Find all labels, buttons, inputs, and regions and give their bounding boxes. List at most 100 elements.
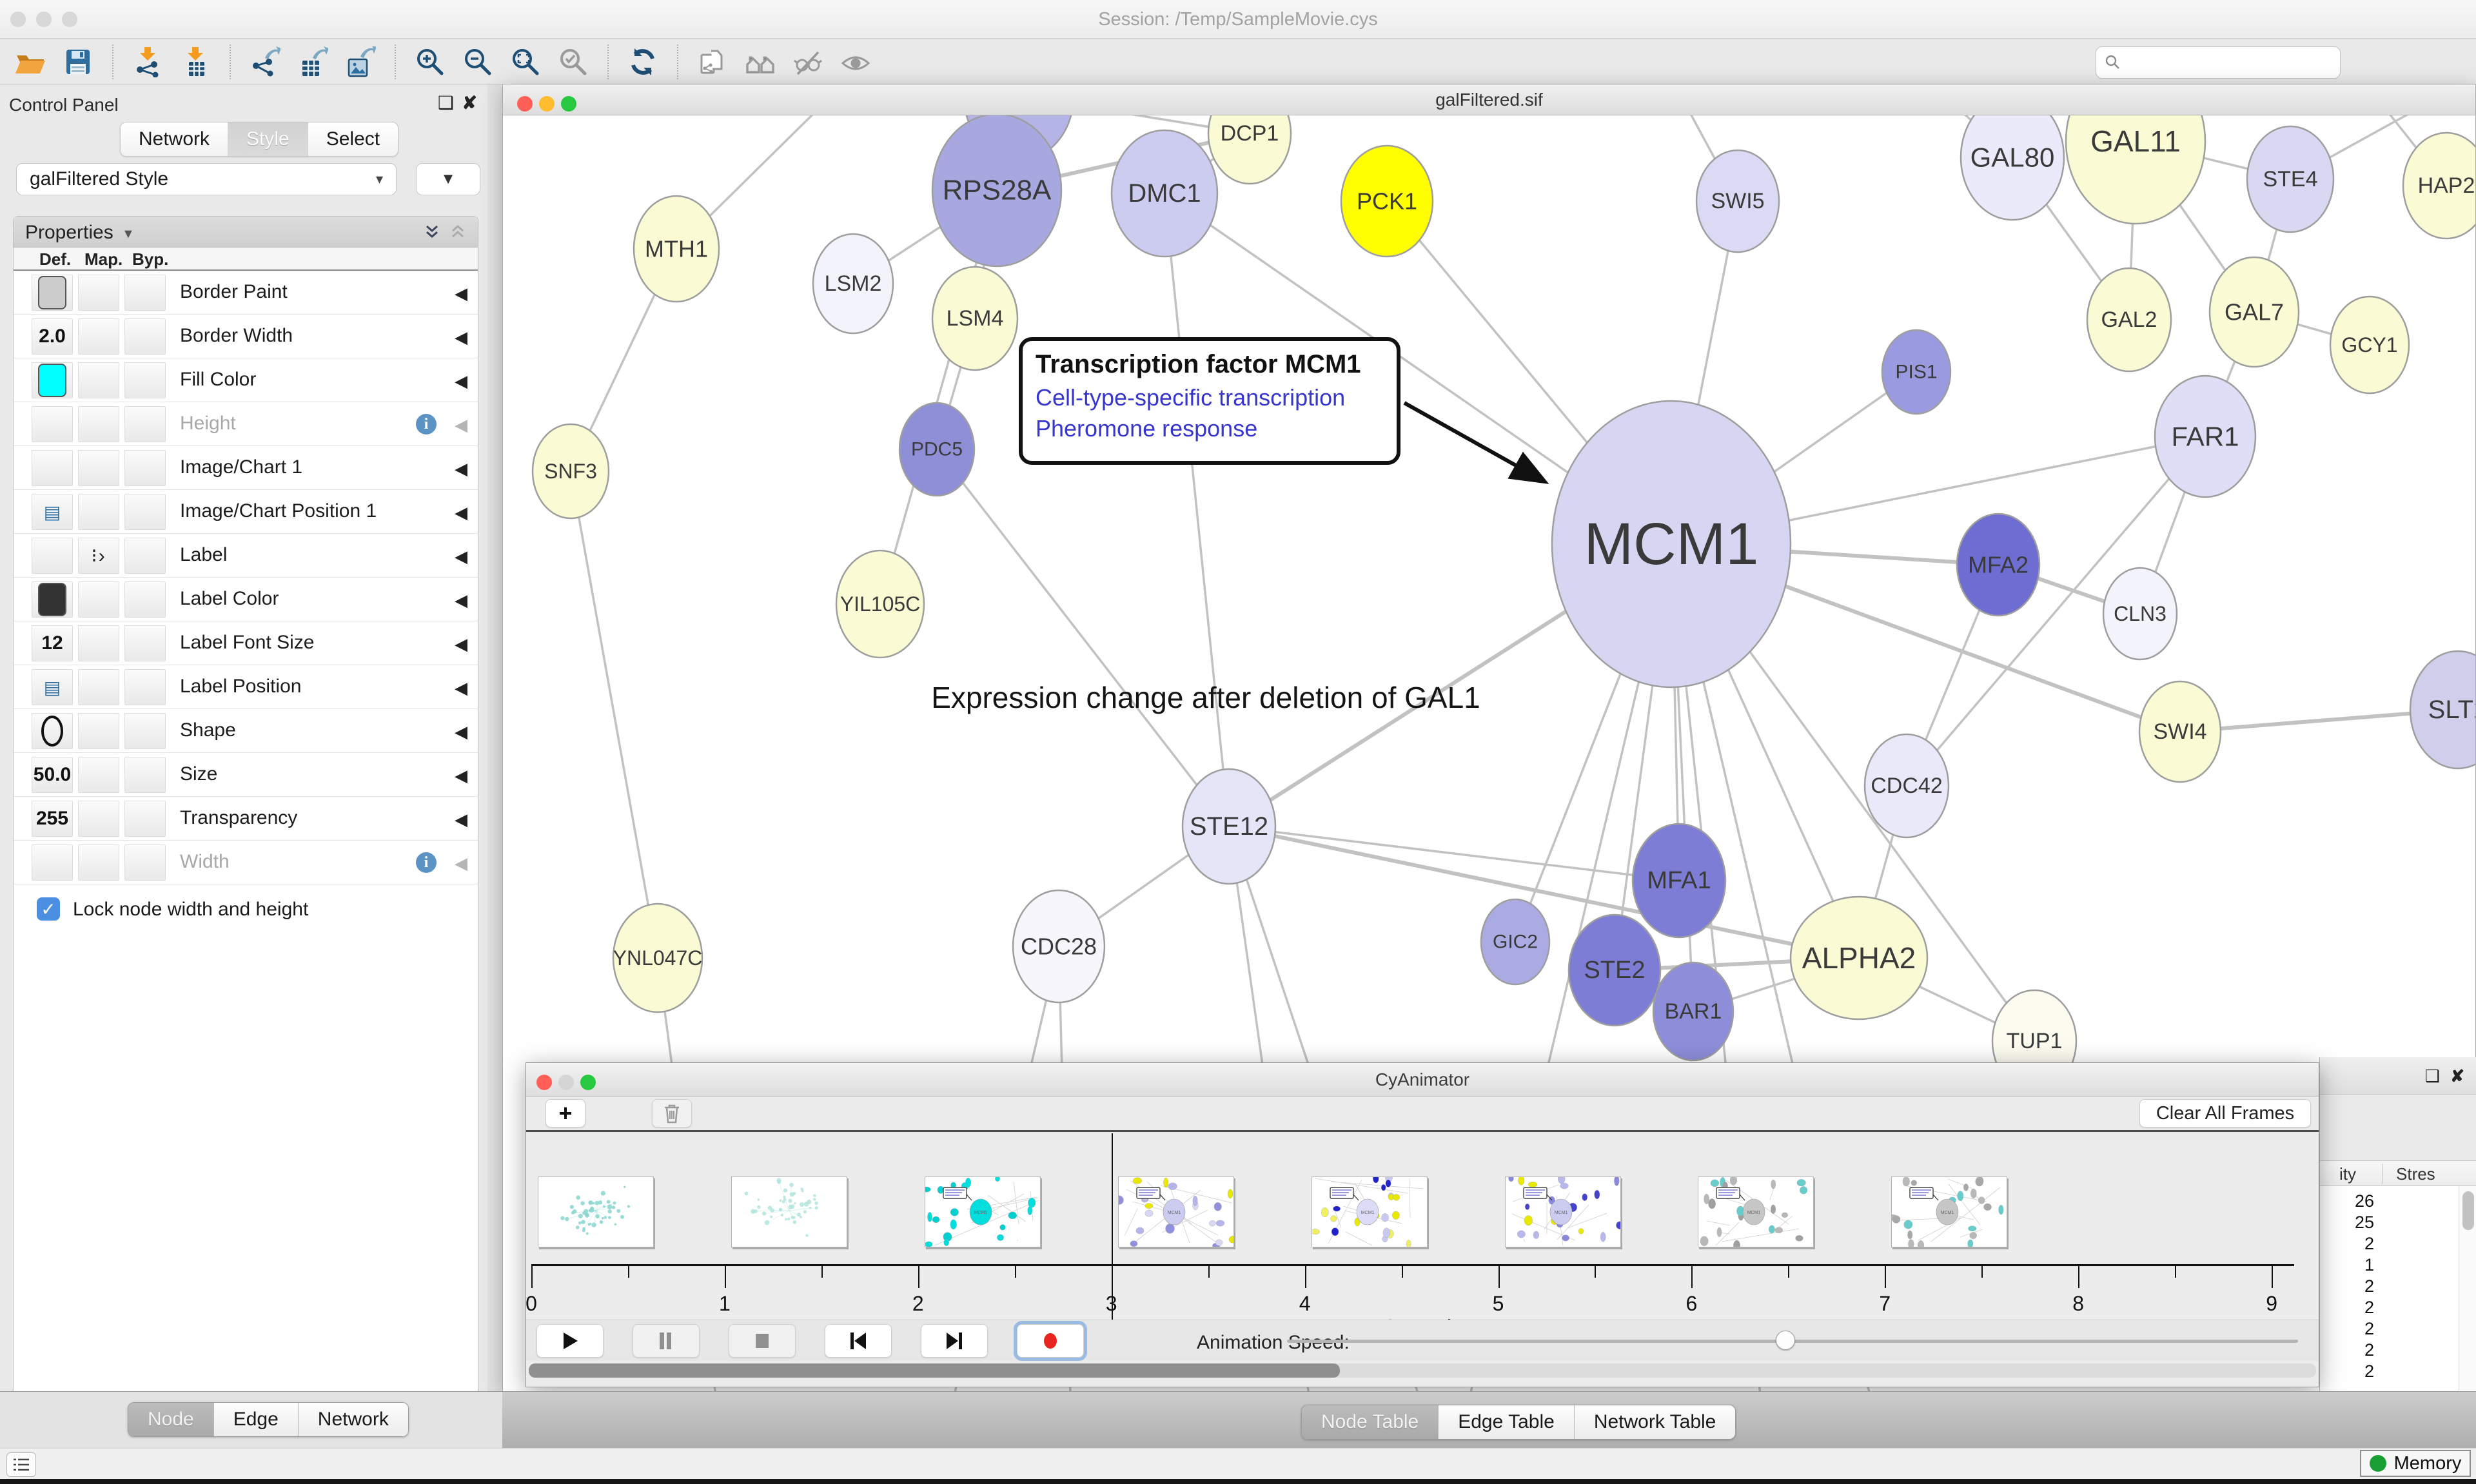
expand-row-icon[interactable]: ◀	[455, 634, 467, 654]
add-frame-button[interactable]: +	[545, 1099, 585, 1128]
byp-cell[interactable]	[124, 362, 166, 398]
network-node-gal7[interactable]: GAL7	[2210, 257, 2299, 367]
refresh-icon[interactable]	[625, 44, 661, 80]
default-value[interactable]: 2.0	[39, 326, 66, 347]
network-node-swi5[interactable]: SWI5	[1696, 150, 1779, 252]
byp-cell[interactable]	[124, 581, 166, 618]
tab-network-table[interactable]: Network Table	[1574, 1405, 1736, 1439]
info-icon[interactable]: i	[416, 852, 437, 873]
passthrough-mapping-icon[interactable]: ⁝›	[91, 545, 106, 567]
eye-icon[interactable]	[838, 44, 874, 80]
close-panel-icon[interactable]: ✘	[462, 92, 477, 113]
map-cell[interactable]: ⁝›	[78, 538, 119, 574]
properties-header[interactable]: Properties ▼	[14, 217, 478, 248]
info-icon[interactable]: i	[416, 414, 437, 434]
expand-row-icon[interactable]: ◀	[455, 327, 467, 347]
style-select[interactable]: galFiltered Style ▾	[16, 163, 397, 195]
float-panel-icon[interactable]: ❑	[438, 92, 454, 113]
open-folder-icon[interactable]	[12, 44, 48, 80]
close-panel-icon[interactable]: ✘	[2450, 1066, 2464, 1086]
byp-cell[interactable]	[124, 538, 166, 574]
network-node-hap2[interactable]: HAP2	[2403, 133, 2475, 239]
map-cell[interactable]	[78, 581, 119, 618]
network-edge[interactable]	[571, 471, 658, 958]
def-cell[interactable]	[32, 362, 73, 398]
skip-end-button[interactable]	[921, 1324, 988, 1358]
network-node-slt2[interactable]: SLT2	[2410, 651, 2475, 768]
network-node-alpha2[interactable]: ALPHA2	[1791, 897, 1927, 1019]
playhead[interactable]	[1112, 1133, 1113, 1320]
network-node-pis1[interactable]: PIS1	[1882, 330, 1950, 414]
network-node-cln3[interactable]: CLN3	[2103, 568, 2177, 659]
delete-frame-button[interactable]	[652, 1099, 692, 1128]
network-node-ste4[interactable]: STE4	[2247, 126, 2334, 232]
zoom-out-icon[interactable]	[460, 44, 496, 80]
default-swatch[interactable]	[38, 276, 66, 309]
def-cell[interactable]: 2.0	[32, 318, 73, 355]
map-cell[interactable]	[78, 625, 119, 661]
tab-node[interactable]: Node	[128, 1403, 213, 1436]
network-node-mth1[interactable]: MTH1	[634, 196, 719, 302]
byp-cell[interactable]	[124, 450, 166, 486]
property-row-label-font-size[interactable]: 12Label Font Size◀	[14, 621, 478, 665]
expand-row-icon[interactable]: ◀	[455, 284, 467, 304]
frame-thumbnail-3[interactable]: MCM1	[1118, 1176, 1234, 1247]
clear-all-frames-button[interactable]: Clear All Frames	[2139, 1099, 2311, 1128]
network-node-gcy1[interactable]: GCY1	[2330, 297, 2409, 393]
def-cell[interactable]	[32, 450, 73, 486]
copy-view-icon[interactable]	[694, 44, 731, 80]
property-row-size[interactable]: 50.0Size◀	[14, 753, 478, 797]
export-image-icon[interactable]	[342, 44, 378, 80]
expand-row-icon[interactable]: ◀	[455, 459, 467, 479]
byp-cell[interactable]	[124, 757, 166, 793]
pause-button[interactable]	[633, 1324, 700, 1358]
property-row-image-chart-position-1[interactable]: ▤Image/Chart Position 1◀	[14, 490, 478, 534]
byp-cell[interactable]	[124, 801, 166, 837]
def-cell[interactable]	[32, 713, 73, 749]
byp-cell[interactable]	[124, 406, 166, 442]
lock-checkbox[interactable]: ✓	[37, 897, 60, 921]
property-row-width[interactable]: Widthi◀	[14, 841, 478, 884]
expand-all-icon[interactable]	[422, 222, 442, 242]
network-node-rps28a[interactable]: RPS28A	[932, 115, 1061, 266]
style-options-button[interactable]: ▼	[416, 163, 480, 195]
import-table-icon[interactable]	[177, 44, 213, 80]
table-cell[interactable]: 2	[2320, 1234, 2374, 1254]
annotation-link[interactable]: Pheromone response	[1036, 415, 1384, 442]
network-node-pdc5[interactable]: PDC5	[899, 403, 974, 496]
property-row-height[interactable]: Heighti◀	[14, 402, 478, 446]
network-node-snf3[interactable]: SNF3	[533, 424, 609, 518]
property-row-image-chart-1[interactable]: Image/Chart 1◀	[14, 446, 478, 490]
table-cell[interactable]: 26	[2320, 1191, 2374, 1211]
position-icon[interactable]: ▤	[44, 502, 61, 523]
skip-start-button[interactable]	[825, 1324, 892, 1358]
search-input[interactable]	[2096, 46, 2341, 79]
network-node-pck1[interactable]: PCK1	[1341, 146, 1433, 257]
property-row-fill-color[interactable]: Fill Color◀	[14, 358, 478, 402]
frame-thumbnail-6[interactable]: MCM1	[1698, 1176, 1814, 1247]
tab-network[interactable]: Network	[121, 122, 228, 156]
network-node-gal2[interactable]: GAL2	[2087, 268, 2171, 371]
tab-network[interactable]: Network	[298, 1403, 408, 1436]
frame-thumbnail-5[interactable]: MCM1	[1505, 1176, 1621, 1247]
def-cell[interactable]: ▤	[32, 669, 73, 705]
default-value[interactable]: 50.0	[34, 764, 71, 786]
default-swatch[interactable]	[38, 583, 66, 616]
expand-row-icon[interactable]: ◀	[455, 722, 467, 742]
tab-select[interactable]: Select	[308, 122, 398, 156]
play-button[interactable]	[536, 1324, 604, 1358]
network-node-ynl047c[interactable]: YNL047C	[613, 904, 703, 1012]
ellipse-shape-icon[interactable]	[39, 714, 65, 748]
frame-thumbnail-2[interactable]: MCM1	[925, 1176, 1041, 1247]
memory-button[interactable]: Memory	[2360, 1450, 2471, 1477]
byp-cell[interactable]	[124, 494, 166, 530]
stop-button[interactable]	[729, 1324, 796, 1358]
save-icon[interactable]	[60, 44, 96, 80]
scrollbar-thumb[interactable]	[529, 1363, 1340, 1378]
def-cell[interactable]	[32, 275, 73, 311]
network-edge[interactable]	[937, 449, 1229, 826]
map-cell[interactable]	[78, 362, 119, 398]
network-node-cdc28[interactable]: CDC28	[1013, 890, 1105, 1002]
float-panel-icon[interactable]: ❑	[2425, 1066, 2440, 1086]
zoom-selected-icon[interactable]	[555, 44, 591, 80]
